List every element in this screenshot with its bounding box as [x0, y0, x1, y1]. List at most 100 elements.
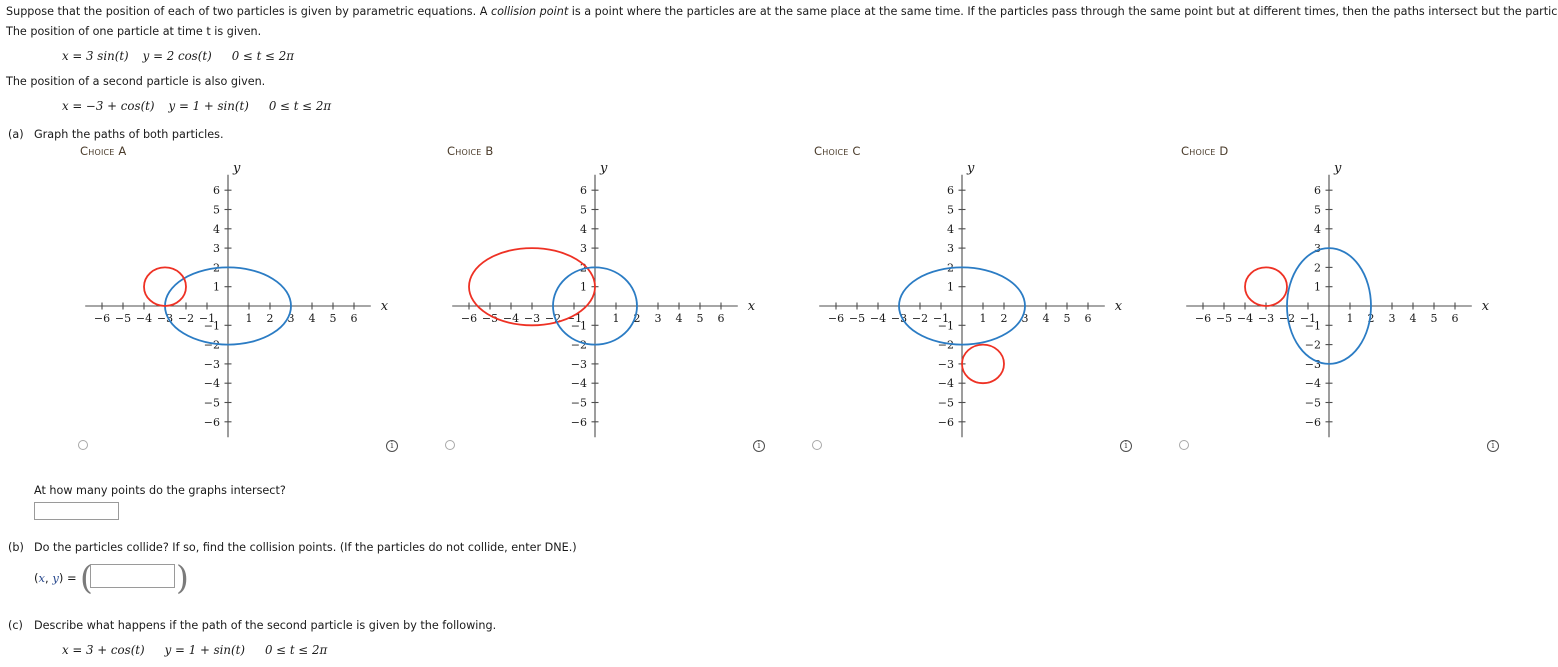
x-tick-label: −6 — [1195, 312, 1211, 325]
intersect-count-input[interactable] — [34, 502, 119, 520]
y-tick-label: −4 — [571, 377, 587, 390]
eq2-domain: 0 ≤ t ≤ 2π — [268, 99, 332, 113]
x-tick-label: 1 — [980, 312, 987, 325]
y-tick-label: 4 — [580, 223, 587, 236]
x-tick-label: 2 — [1001, 312, 1008, 325]
x-tick-label: 5 — [1064, 312, 1071, 325]
x-tick-label: 4 — [1410, 312, 1417, 325]
choice-a-radio[interactable] — [78, 440, 88, 450]
eq3-domain: 0 ≤ t ≤ 2π — [264, 643, 328, 657]
y-tick-label: 3 — [580, 242, 587, 255]
x-tick-label: 3 — [1389, 312, 1396, 325]
x-tick-label: 4 — [1043, 312, 1050, 325]
equation-particle-one: x = 3 sin(t) y = 2 cos(t) 0 ≤ t ≤ 2π — [62, 49, 294, 63]
statement-particle-two-text: The position of a second particle is als… — [6, 75, 266, 88]
choice-b-info-icon[interactable]: i — [753, 440, 765, 452]
choice-a-plot: −6 −5 −4 −3 −2 −1 1 2 3 4 5 6654321−1−2−3−4−5−6xy — [85, 161, 389, 438]
y-tick-label: −3 — [938, 358, 954, 371]
x-tick-label: 1 — [246, 312, 253, 325]
y-tick-label: 6 — [947, 184, 954, 197]
x-tick-label: 5 — [1431, 312, 1438, 325]
y-axis-label: y — [232, 161, 241, 176]
eq1-domain: 0 ≤ t ≤ 2π — [231, 49, 294, 63]
y-axis-label: y — [966, 161, 975, 176]
y-tick-label: −6 — [204, 416, 220, 429]
x-tick-label: −4 — [870, 312, 886, 325]
y-tick-label: 4 — [1314, 223, 1321, 236]
choice-a-info-icon[interactable]: i — [386, 440, 398, 452]
y-tick-label: 6 — [1314, 184, 1321, 197]
x-tick-label: −6 — [94, 312, 110, 325]
choice-d-info-icon[interactable]: i — [1487, 440, 1499, 452]
y-tick-label: 4 — [947, 223, 954, 236]
choice-b-radio[interactable] — [445, 440, 455, 450]
choice-c-info-icon[interactable]: i — [1120, 440, 1132, 452]
x-tick-label: 6 — [1085, 312, 1092, 325]
x-axis-label: x — [381, 299, 389, 314]
y-tick-label: −2 — [938, 339, 954, 352]
statement-particle-one: The position of one particle at time t i… — [6, 25, 261, 39]
part-a-prompt: Graph the paths of both particles. — [34, 128, 224, 141]
collision-close-paren: ) — [176, 558, 189, 597]
x-tick-label: 6 — [1452, 312, 1459, 325]
y-tick-label: 3 — [947, 242, 954, 255]
x-tick-label: −3 — [524, 312, 540, 325]
x-tick-label: −6 — [828, 312, 844, 325]
eq1-y: y = 2 cos(t) — [142, 49, 212, 63]
x-tick-label: −3 — [1258, 312, 1274, 325]
eq3-y: y = 1 + sin(t) — [164, 643, 245, 657]
y-axis-label: y — [599, 161, 608, 176]
choice-d-graph: −6 −5 −4 −3 −2 −1 1 2 3 4 5 6 6 5 4 3 2 1 −1 −2 −3 −4 −5 −6 x y — [1167, 155, 1497, 455]
choice-c-radio[interactable] — [812, 440, 822, 450]
y-tick-label: −1 — [571, 319, 587, 332]
x-tick-label: 2 — [267, 312, 274, 325]
y-tick-label: −2 — [204, 339, 220, 352]
choice-d-radio[interactable] — [1179, 440, 1189, 450]
y-tick-label: −4 — [1305, 377, 1321, 390]
intro-paragraph: Suppose that the position of each of two… — [6, 5, 1558, 19]
y-tick-label: 1 — [580, 281, 587, 294]
y-tick-label: −5 — [571, 397, 587, 410]
choice-b-plot: −6 −5 −4 −3 −2 −1 1 2 3 4 5 6654321−1−2−3−4−5−6xy — [452, 161, 756, 438]
y-tick-label: 4 — [213, 223, 220, 236]
statement-particle-one-text: The position of one particle at time t i… — [6, 25, 262, 38]
eq3-x: x = 3 + cos(t) — [62, 643, 145, 657]
collision-xy-label: (x, y) = — [34, 571, 77, 585]
x-tick-label: −6 — [461, 312, 477, 325]
eq2-y: y = 1 + sin(t) — [168, 99, 249, 113]
x-tick-label: 6 — [351, 312, 358, 325]
collision-point-input[interactable] — [90, 564, 175, 588]
y-tick-label: −4 — [204, 377, 220, 390]
y-tick-label: −5 — [204, 397, 220, 410]
y-tick-label: −6 — [938, 416, 954, 429]
choice-c-plot: −6 −5 −4 −3 −2 −1 1 2 3 4 5 6654321−1−2−3−4−5−6xy — [819, 161, 1123, 438]
y-tick-label: 1 — [213, 281, 220, 294]
x-tick-label: −5 — [115, 312, 131, 325]
intro-emphasis: collision point — [490, 5, 569, 18]
part-b-prompt: Do the particles collide? If so, find th… — [34, 541, 577, 554]
x-tick-label: 4 — [309, 312, 316, 325]
x-tick-label: 3 — [655, 312, 662, 325]
y-tick-label: 5 — [947, 204, 954, 217]
info-glyph: i — [1491, 441, 1495, 451]
equation-particle-three: x = 3 + cos(t) y = 1 + sin(t) 0 ≤ t ≤ 2π — [62, 643, 327, 657]
part-a-marker: (a) — [8, 128, 24, 141]
eq2-x: x = −3 + cos(t) — [62, 99, 155, 113]
y-tick-label: 1 — [1314, 281, 1321, 294]
xy-close-paren: ) = — [58, 571, 77, 585]
y-tick-label: −2 — [1305, 339, 1321, 352]
x-tick-label: 1 — [613, 312, 620, 325]
equation-particle-two: x = −3 + cos(t) y = 1 + sin(t) 0 ≤ t ≤ 2π — [62, 99, 331, 113]
part-c-prompt: Describe what happens if the path of the… — [34, 619, 497, 632]
y-tick-label: 1 — [947, 281, 954, 294]
x-tick-label: 1 — [1347, 312, 1354, 325]
y-axis-label: y — [1333, 161, 1342, 176]
x-tick-label: 5 — [330, 312, 337, 325]
y-tick-label: 3 — [213, 242, 220, 255]
y-tick-label: −1 — [1305, 319, 1321, 332]
part-c-marker: (c) — [8, 619, 23, 632]
x-axis-label: x — [1115, 299, 1123, 314]
x-axis-label: x — [748, 299, 756, 314]
y-tick-label: −6 — [1305, 416, 1321, 429]
info-glyph: i — [390, 441, 394, 451]
